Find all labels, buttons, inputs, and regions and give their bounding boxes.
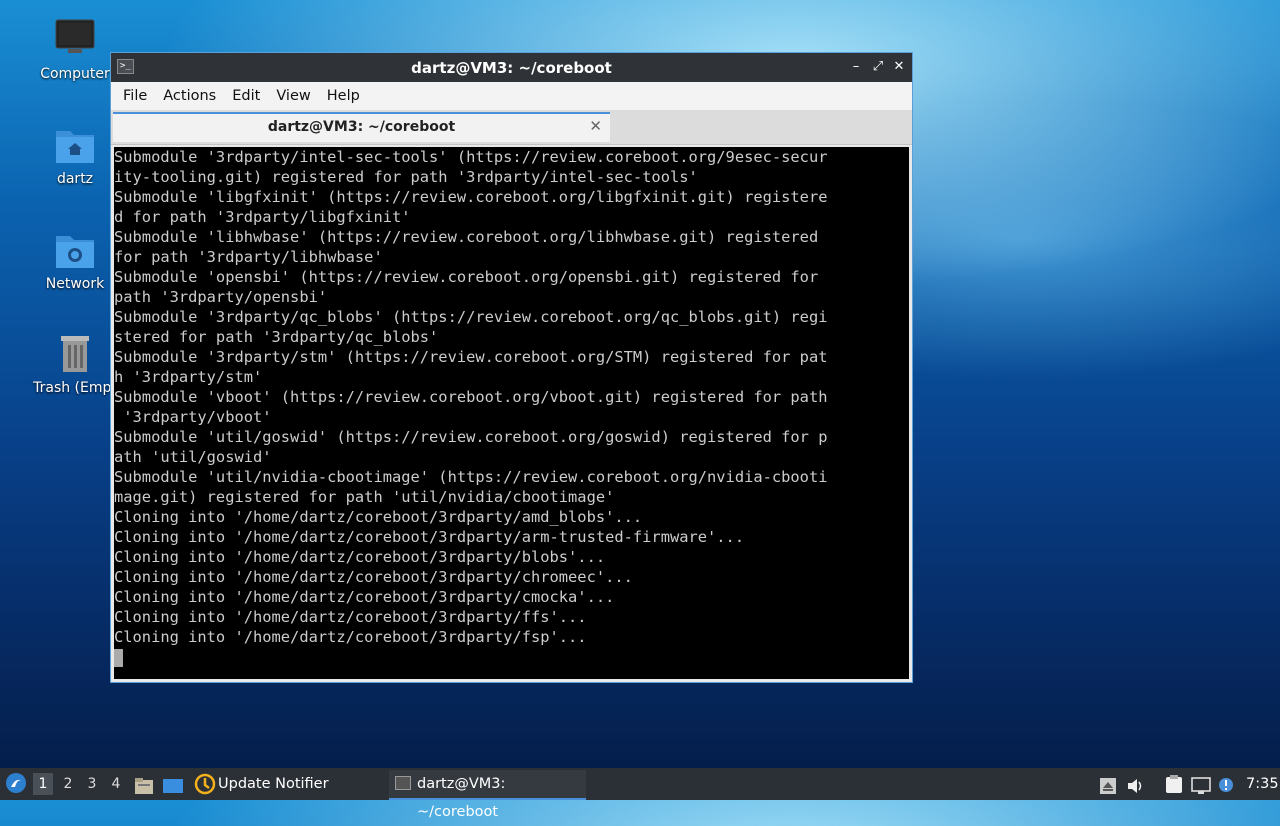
tab-label: dartz@VM3: ~/coreboot	[267, 119, 456, 135]
desktop-icon-network[interactable]: Network	[27, 228, 123, 292]
home-folder-icon	[53, 123, 97, 167]
menu-edit[interactable]: Edit	[224, 88, 268, 104]
start-menu-button[interactable]	[5, 772, 27, 796]
menu-actions[interactable]: Actions	[155, 88, 224, 104]
menu-bar: File Actions Edit View Help	[111, 82, 912, 110]
terminal-line: Cloning into '/home/dartz/coreboot/3rdpa…	[114, 628, 587, 646]
terminal-line: mage.git) registered for path 'util/nvid…	[114, 488, 615, 506]
task-terminal[interactable]: dartz@VM3: ~/coreboot	[389, 770, 586, 820]
terminal-line: Cloning into '/home/dartz/coreboot/3rdpa…	[114, 528, 745, 546]
terminal-line: Submodule 'libhwbase' (https://review.co…	[114, 228, 819, 246]
terminal-line: Submodule 'vboot' (https://review.corebo…	[114, 388, 828, 406]
monitor-icon	[53, 18, 97, 62]
task-label: dartz@VM3: ~/coreboot	[417, 776, 506, 820]
task-update-notifier[interactable]: Update Notifier	[194, 770, 374, 798]
terminal-line: d for path '3rdparty/libgfxinit'	[114, 208, 411, 226]
terminal-line: Submodule 'util/nvidia-cbootimage' (http…	[114, 468, 828, 486]
terminal-line: Submodule 'util/goswid' (https://review.…	[114, 428, 828, 446]
notification-icon[interactable]	[1217, 774, 1235, 794]
trash-icon	[53, 332, 97, 376]
terminal-line: Cloning into '/home/dartz/coreboot/3rdpa…	[114, 548, 606, 566]
desktop-icon-computer[interactable]: Computer	[27, 18, 123, 82]
menu-file[interactable]: File	[115, 88, 155, 104]
terminal-line: ath 'util/goswid'	[114, 448, 272, 466]
terminal-line: Submodule 'libgfxinit' (https://review.c…	[114, 188, 828, 206]
clock[interactable]: 7:35	[1246, 768, 1279, 800]
terminal-line: Cloning into '/home/dartz/coreboot/3rdpa…	[114, 608, 587, 626]
terminal-output[interactable]: Submodule '3rdparty/intel-sec-tools' (ht…	[114, 147, 909, 679]
tab-bar: dartz@VM3: ~/coreboot ✕	[111, 110, 912, 145]
desktop-icon-label: Trash (Empt	[33, 380, 117, 396]
minimize-button[interactable]: –	[847, 57, 865, 77]
file-manager-launcher[interactable]	[134, 775, 154, 794]
menu-view[interactable]: View	[268, 88, 318, 104]
show-desktop-icon	[163, 779, 183, 793]
terminal-line: path '3rdparty/opensbi'	[114, 288, 328, 306]
window-titlebar[interactable]: >_ dartz@VM3: ~/coreboot – ⤢ ✕	[111, 53, 912, 82]
app-menu-icon	[6, 773, 26, 793]
desktop-icon-label: dartz	[56, 171, 94, 187]
menu-help[interactable]: Help	[319, 88, 368, 104]
tab-terminal[interactable]: dartz@VM3: ~/coreboot ✕	[113, 112, 610, 142]
terminal-line: Cloning into '/home/dartz/coreboot/3rdpa…	[114, 508, 643, 526]
terminal-line: Submodule '3rdparty/stm' (https://review…	[114, 348, 828, 366]
terminal-icon	[395, 776, 411, 790]
terminal-line: h '3rdparty/stm'	[114, 368, 263, 386]
terminal-window: >_ dartz@VM3: ~/coreboot – ⤢ ✕ File Acti…	[110, 52, 913, 683]
workspace-2[interactable]: 2	[58, 773, 78, 795]
terminal-line: Cloning into '/home/dartz/coreboot/3rdpa…	[114, 568, 633, 586]
terminal-line: Submodule '3rdparty/qc_blobs' (https://r…	[114, 308, 828, 326]
show-desktop-launcher[interactable]	[162, 775, 184, 793]
taskbar: 1 2 3 4 Update Notifier dartz@VM3: ~/cor…	[0, 768, 1280, 820]
file-manager-icon	[135, 778, 153, 794]
terminal-line: '3rdparty/vboot'	[114, 408, 272, 426]
workspace-4[interactable]: 4	[106, 773, 126, 795]
maximize-button[interactable]: ⤢	[869, 57, 887, 77]
clipboard-icon[interactable]	[1164, 774, 1184, 794]
close-button[interactable]: ✕	[890, 57, 908, 77]
network-folder-icon	[53, 228, 97, 272]
terminal-line: Submodule '3rdparty/intel-sec-tools' (ht…	[114, 148, 828, 166]
workspace-1[interactable]: 1	[33, 773, 53, 795]
terminal-cursor	[114, 648, 123, 667]
window-title: dartz@VM3: ~/coreboot	[411, 59, 612, 77]
terminal-line: Submodule 'opensbi' (https://review.core…	[114, 268, 819, 286]
desktop-icon-label: Computer	[40, 66, 110, 82]
eject-icon[interactable]	[1099, 775, 1117, 794]
task-label: Update Notifier	[218, 776, 329, 792]
network-status-icon[interactable]	[1191, 775, 1211, 794]
terminal-line: ity-tooling.git) registered for path '3r…	[114, 168, 698, 186]
terminal-line: Cloning into '/home/dartz/coreboot/3rdpa…	[114, 588, 615, 606]
terminal-prompt-line	[114, 647, 909, 667]
update-notifier-icon	[194, 773, 216, 795]
desktop-icon-trash[interactable]: Trash (Empt	[27, 332, 123, 396]
terminal-line: for path '3rdparty/libhwbase'	[114, 248, 383, 266]
tab-close-icon[interactable]: ✕	[589, 117, 602, 135]
terminal-line: stered for path '3rdparty/qc_blobs'	[114, 328, 439, 346]
desktop-icon-label: Network	[45, 276, 105, 292]
desktop-icon-home[interactable]: dartz	[27, 123, 123, 187]
workspace-3[interactable]: 3	[82, 773, 102, 795]
volume-icon[interactable]	[1126, 775, 1146, 793]
